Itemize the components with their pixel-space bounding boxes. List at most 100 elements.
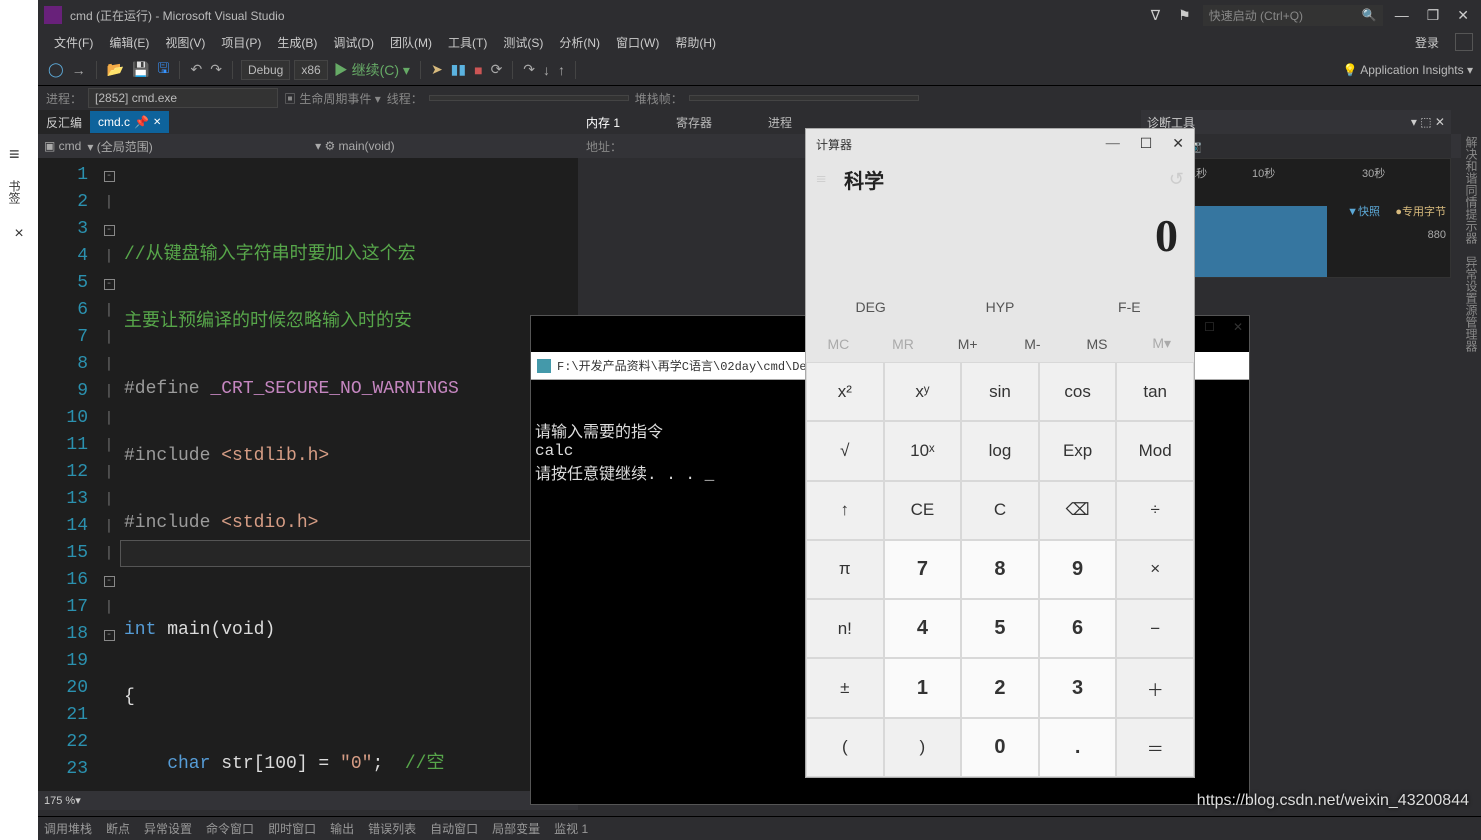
fe-button[interactable]: F-E	[1065, 289, 1194, 325]
close-icon[interactable]: ×	[0, 225, 38, 243]
mmenu-button[interactable]: M▾	[1129, 325, 1194, 362]
lparen-button[interactable]: (	[806, 718, 884, 777]
hamburger-icon[interactable]: ≡	[9, 145, 20, 163]
filter-icon[interactable]: ∇	[1145, 5, 1166, 26]
code-editor[interactable]: 1234567891011121314151617181920212223 -│…	[38, 158, 578, 791]
c-button[interactable]: C	[961, 481, 1039, 540]
seven-button[interactable]: 7	[884, 540, 962, 599]
minus-button[interactable]: −	[1116, 599, 1194, 658]
status-command[interactable]: 命令窗口	[206, 820, 254, 837]
status-watch[interactable]: 监视 1	[554, 820, 588, 837]
history-icon[interactable]: ↺	[1169, 169, 1184, 190]
step-icon[interactable]: ➤	[429, 59, 445, 80]
process-combo[interactable]: [2852] cmd.exe	[88, 88, 278, 108]
xsq-button[interactable]: x²	[806, 362, 884, 421]
mplus-button[interactable]: M+	[935, 325, 1000, 362]
tab-registers[interactable]: 寄存器	[668, 110, 720, 134]
status-errors[interactable]: 错误列表	[368, 820, 416, 837]
six-button[interactable]: 6	[1039, 599, 1117, 658]
menu-tools[interactable]: 工具(T)	[440, 30, 495, 55]
status-autos[interactable]: 自动窗口	[430, 820, 478, 837]
ce-button[interactable]: CE	[884, 481, 962, 540]
pin-icon[interactable]: 📌	[134, 115, 149, 129]
calc-menu-icon[interactable]: ≡	[816, 169, 826, 190]
equals-button[interactable]: ＝	[1116, 718, 1194, 777]
one-button[interactable]: 1	[884, 658, 962, 717]
tab-memory[interactable]: 内存 1	[578, 110, 628, 134]
status-immediate[interactable]: 即时窗口	[268, 820, 316, 837]
menu-test[interactable]: 测试(S)	[495, 30, 551, 55]
div-button[interactable]: ÷	[1116, 481, 1194, 540]
status-callstack[interactable]: 调用堆栈	[44, 820, 92, 837]
up-button[interactable]: ↑	[806, 481, 884, 540]
rparen-button[interactable]: )	[884, 718, 962, 777]
menu-team[interactable]: 团队(M)	[382, 30, 440, 55]
step-out-icon[interactable]: ↑	[556, 60, 567, 80]
backspace-button[interactable]: ⌫	[1039, 481, 1117, 540]
config-combo[interactable]: Debug	[241, 60, 290, 80]
deg-button[interactable]: DEG	[806, 289, 935, 325]
vertical-tabs[interactable]: 解决和谐同情提示器 异常设置源管理器	[1461, 130, 1481, 358]
log-button[interactable]: log	[961, 421, 1039, 480]
bookmark-tab[interactable]: 书签	[6, 180, 23, 204]
redo-icon[interactable]: ↷	[208, 59, 224, 80]
platform-combo[interactable]: x86	[294, 60, 327, 80]
tab-disassembly[interactable]: 反汇编	[38, 110, 90, 135]
calc-max-button[interactable]: ☐	[1140, 136, 1153, 153]
restore-button[interactable]: ❐	[1421, 5, 1446, 26]
sqrt-button[interactable]: √	[806, 421, 884, 480]
four-button[interactable]: 4	[884, 599, 962, 658]
stack-combo[interactable]	[689, 95, 919, 101]
menu-debug[interactable]: 调试(D)	[325, 30, 382, 55]
notify-icon[interactable]: ⚑	[1172, 5, 1197, 26]
tenx-button[interactable]: 10ˣ	[884, 421, 962, 480]
dot-button[interactable]: .	[1039, 718, 1117, 777]
mul-button[interactable]: ×	[1116, 540, 1194, 599]
app-insights-button[interactable]: Application Insights	[1360, 63, 1463, 77]
open-icon[interactable]: 📂	[105, 59, 126, 80]
menu-analyze[interactable]: 分析(N)	[551, 30, 608, 55]
three-button[interactable]: 3	[1039, 658, 1117, 717]
fold-gutter[interactable]: -│-│-││││││││││-│-	[98, 158, 120, 791]
menu-build[interactable]: 生成(B)	[269, 30, 325, 55]
quick-launch-input[interactable]: 快速启动 (Ctrl+Q)🔍	[1203, 5, 1383, 26]
sin-button[interactable]: sin	[961, 362, 1039, 421]
menu-help[interactable]: 帮助(H)	[667, 30, 724, 55]
calc-close-button[interactable]: ✕	[1172, 136, 1184, 153]
ms-button[interactable]: MS	[1065, 325, 1130, 362]
nav-back-icon[interactable]: ◯	[46, 59, 66, 80]
pi-button[interactable]: π	[806, 540, 884, 599]
thread-combo[interactable]	[429, 95, 629, 101]
restart-icon[interactable]: ⟳	[489, 59, 505, 80]
code-content[interactable]: //从键盘输入字符串时要加入这个宏 主要让预编译的时候忽略输入时的安 #defi…	[120, 158, 578, 791]
break-icon[interactable]: ▮▮	[449, 59, 468, 80]
login-button[interactable]: 登录	[1407, 30, 1447, 55]
breadcrumb-file[interactable]: ▣ cmd	[44, 139, 81, 153]
tab-cmd-c[interactable]: cmd.c📌✕	[90, 111, 169, 133]
calc-min-button[interactable]: —	[1106, 136, 1120, 153]
status-locals[interactable]: 局部变量	[492, 820, 540, 837]
mr-button[interactable]: MR	[871, 325, 936, 362]
exp-button[interactable]: Exp	[1039, 421, 1117, 480]
cos-button[interactable]: cos	[1039, 362, 1117, 421]
step-over-icon[interactable]: ↷	[521, 59, 537, 80]
five-button[interactable]: 5	[961, 599, 1039, 658]
two-button[interactable]: 2	[961, 658, 1039, 717]
menu-project[interactable]: 项目(P)	[213, 30, 269, 55]
avatar-icon[interactable]	[1455, 33, 1473, 51]
hyp-button[interactable]: HYP	[935, 289, 1064, 325]
tan-button[interactable]: tan	[1116, 362, 1194, 421]
mc-button[interactable]: MC	[806, 325, 871, 362]
close-tab-icon[interactable]: ✕	[153, 117, 161, 128]
save-icon[interactable]: 💾	[130, 59, 151, 80]
con-close-button[interactable]: ✕	[1233, 320, 1243, 335]
step-into-icon[interactable]: ↓	[541, 60, 552, 80]
status-breakpoints[interactable]: 断点	[106, 820, 130, 837]
zero-button[interactable]: 0	[961, 718, 1039, 777]
breadcrumb-func[interactable]: ▾ ⚙ main(void)	[315, 139, 394, 153]
plus-button[interactable]: ＋	[1116, 658, 1194, 717]
undo-icon[interactable]: ↶	[188, 59, 204, 80]
mod-button[interactable]: Mod	[1116, 421, 1194, 480]
eight-button[interactable]: 8	[961, 540, 1039, 599]
minimize-button[interactable]: —	[1389, 5, 1415, 25]
